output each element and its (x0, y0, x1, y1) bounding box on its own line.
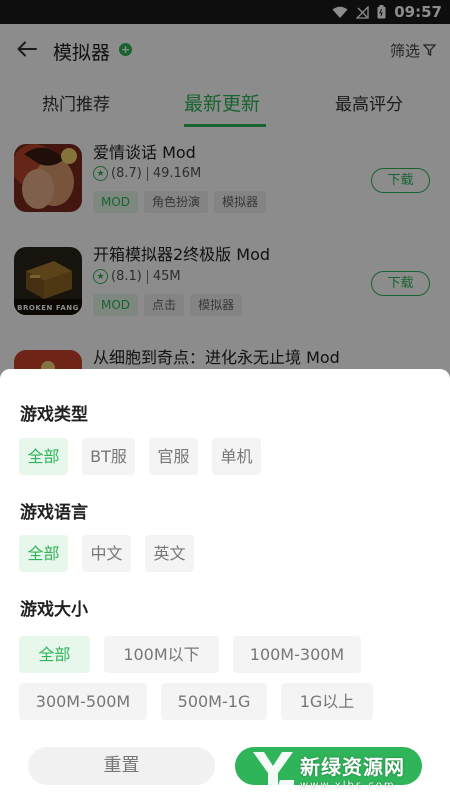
chip-size-under-100m[interactable]: 100M以下 (104, 636, 219, 673)
chip-size-over-1g[interactable]: 1G以上 (281, 683, 373, 720)
chip-type-official[interactable]: 官服 (149, 438, 198, 475)
watermark-name: 新绿资源网 (300, 755, 405, 779)
chip-type-offline[interactable]: 单机 (212, 438, 261, 475)
section-title-game-type: 游戏类型 (20, 405, 88, 425)
chip-type-bt[interactable]: BT服 (82, 438, 135, 475)
section-title-game-language: 游戏语言 (20, 503, 88, 523)
chip-type-all[interactable]: 全部 (19, 438, 68, 475)
chip-lang-all[interactable]: 全部 (19, 535, 68, 572)
watermark: 新绿资源网 www.xlhs.com (250, 745, 430, 797)
chip-lang-english[interactable]: 英文 (145, 535, 194, 572)
watermark-url: www.xlhs.com (300, 780, 396, 791)
section-title-game-size: 游戏大小 (20, 600, 88, 620)
chip-size-300m-500m[interactable]: 300M-500M (19, 683, 147, 720)
chip-size-all[interactable]: 全部 (19, 636, 90, 673)
chip-lang-chinese[interactable]: 中文 (82, 535, 131, 572)
filter-bottom-sheet (0, 369, 450, 800)
watermark-text: 新绿资源网 www.xlhs.com (300, 751, 405, 791)
watermark-logo-icon (250, 746, 296, 796)
chip-size-100m-300m[interactable]: 100M-300M (233, 636, 361, 673)
reset-button[interactable]: 重置 (28, 747, 215, 785)
chip-size-500m-1g[interactable]: 500M-1G (161, 683, 267, 720)
